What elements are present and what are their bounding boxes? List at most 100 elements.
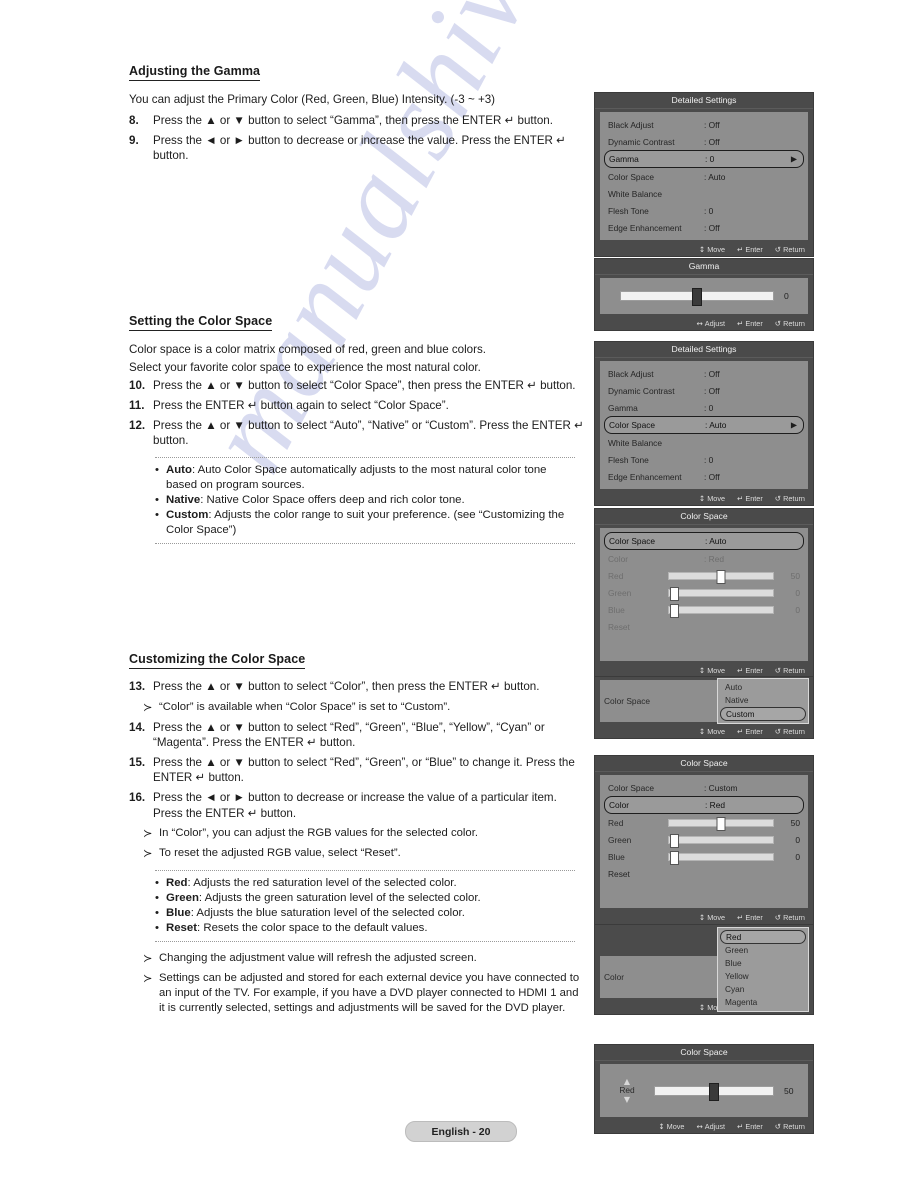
slider-row-red[interactable]: Red 50 bbox=[604, 814, 804, 831]
slider-value: 0 bbox=[795, 851, 800, 862]
dropdown-list-color-space[interactable]: Auto Native Custom bbox=[717, 678, 809, 724]
dropdown-option-yellow[interactable]: Yellow bbox=[720, 970, 806, 983]
step-list: 13. Press the ▲ or ▼ button to select “C… bbox=[129, 679, 584, 694]
slider-label: Green bbox=[608, 834, 632, 845]
bullet-text: Red: Adjusts the red saturation level of… bbox=[166, 876, 457, 891]
slider-row-blue[interactable]: Blue 0 bbox=[604, 601, 804, 618]
menu-row-white-balance[interactable]: White Balance bbox=[604, 434, 804, 451]
bullet-term: Red bbox=[166, 876, 188, 889]
menu-row-color-space[interactable]: Color Space : Custom bbox=[604, 779, 804, 796]
row-value: : Auto bbox=[705, 536, 727, 546]
slider-track[interactable] bbox=[668, 850, 774, 865]
step-text: Press the ▲ or ▼ button to select “Auto”… bbox=[153, 419, 584, 448]
slider-label: Blue bbox=[608, 604, 625, 615]
dropdown-option-red[interactable]: Red bbox=[720, 930, 806, 944]
row-label: Color Space bbox=[604, 696, 651, 706]
hint-move: ↕Move bbox=[699, 913, 725, 922]
menu-row-flesh-tone[interactable]: Flesh Tone : 0 bbox=[604, 202, 804, 219]
gamma-slider-knob[interactable] bbox=[692, 288, 702, 306]
bullet-dot: • bbox=[155, 509, 159, 522]
menu-row-reset[interactable]: Reset bbox=[604, 865, 804, 882]
panel-body: Color Space : Custom Color : Red Red 50 … bbox=[600, 775, 808, 908]
arrow-down-icon[interactable]: ▼ bbox=[624, 1095, 630, 1104]
dropdown-list-color[interactable]: Red Green Blue Yellow Cyan Magenta bbox=[717, 927, 809, 1012]
menu-row-color-space[interactable]: Color Space : Auto ▶ bbox=[604, 416, 804, 434]
panel-title: Color Space bbox=[595, 1045, 813, 1061]
dropdown-option-native[interactable]: Native bbox=[720, 694, 806, 707]
osd-panel-detailed-settings-gamma[interactable]: Detailed Settings Black Adjust : Off Dyn… bbox=[594, 92, 814, 257]
slider-knob[interactable] bbox=[670, 850, 679, 865]
menu-row-dynamic-contrast[interactable]: Dynamic Contrast : Off bbox=[604, 382, 804, 399]
slider-row-green[interactable]: Green 0 bbox=[604, 831, 804, 848]
dropdown-option-magenta[interactable]: Magenta bbox=[720, 996, 806, 1009]
slider-track[interactable] bbox=[668, 833, 774, 848]
chevron-right-icon[interactable]: ▶ bbox=[791, 155, 797, 164]
slider-knob[interactable] bbox=[716, 816, 726, 831]
enter-icon: ↵ bbox=[737, 913, 744, 922]
return-icon: ↺ bbox=[774, 494, 782, 503]
slider-label: Red bbox=[608, 570, 624, 581]
slider-knob[interactable] bbox=[670, 603, 679, 618]
note-line: ≻ Settings can be adjusted and stored fo… bbox=[143, 971, 584, 1016]
menu-row-color[interactable]: Color : Red bbox=[604, 550, 804, 567]
menu-row-reset[interactable]: Reset bbox=[604, 618, 804, 635]
dropdown-option-green[interactable]: Green bbox=[720, 944, 806, 957]
menu-row-edge-enhancement[interactable]: Edge Enhancement : Off bbox=[604, 468, 804, 485]
menu-row-dynamic-contrast[interactable]: Dynamic Contrast : Off bbox=[604, 133, 804, 150]
hint-label: Move bbox=[707, 245, 726, 254]
hint-label: Enter bbox=[745, 1122, 763, 1131]
hint-label: Enter bbox=[745, 494, 763, 503]
menu-row-black-adjust[interactable]: Black Adjust : Off bbox=[604, 116, 804, 133]
menu-row-flesh-tone[interactable]: Flesh Tone : 0 bbox=[604, 451, 804, 468]
menu-row-white-balance[interactable]: White Balance bbox=[604, 185, 804, 202]
hint-return: ↺Return bbox=[775, 727, 805, 736]
slider-track[interactable] bbox=[668, 569, 774, 584]
menu-row-color-space[interactable]: Color Space : Auto bbox=[604, 532, 804, 550]
dropdown-option-cyan[interactable]: Cyan bbox=[720, 983, 806, 996]
osd-panel-color-space-custom[interactable]: Color Space Color Space : Custom Color :… bbox=[594, 755, 814, 925]
menu-row-color-space[interactable]: Color Space : Auto bbox=[604, 168, 804, 185]
gamma-slider-row[interactable]: 0 bbox=[604, 282, 804, 310]
chevron-right-icon[interactable]: ▶ bbox=[791, 421, 797, 430]
osd-panel-color-space-dropdown[interactable]: Color Space Auto Native Custom ↕ Move ↵ En… bbox=[594, 676, 814, 739]
text-column: Adjusting the Gamma You can adjust the P… bbox=[129, 62, 584, 1021]
osd-panel-detailed-settings-colorspace[interactable]: Detailed Settings Black Adjust : Off Dyn… bbox=[594, 341, 814, 506]
red-stepper[interactable]: ▲ Red ▼ bbox=[610, 1077, 644, 1104]
osd-panel-gamma-slider[interactable]: Gamma 0 ↔ Adjust ↵ Enter ↺ Return bbox=[594, 258, 814, 331]
slider-knob[interactable] bbox=[670, 833, 679, 848]
hint-move: ↕Move bbox=[699, 494, 725, 503]
menu-row-gamma[interactable]: Gamma : 0 ▶ bbox=[604, 150, 804, 168]
adjust-icon: ↔ bbox=[696, 319, 703, 328]
osd-hint-bar: ↕Move ↵Enter ↺Return bbox=[595, 243, 813, 256]
step-text: Press the ◄ or ► button to decrease or i… bbox=[153, 791, 557, 820]
enter-icon: ↵ bbox=[737, 666, 744, 675]
osd-panel-color-space-auto[interactable]: Color Space Color Space : Auto Color : R… bbox=[594, 508, 814, 678]
hint-enter: ↵Enter bbox=[737, 913, 763, 922]
slider-track[interactable] bbox=[668, 816, 774, 831]
slider-knob[interactable] bbox=[670, 586, 679, 601]
dropdown-option-blue[interactable]: Blue bbox=[720, 957, 806, 970]
bullet-desc: : Adjusts the red saturation level of th… bbox=[187, 876, 457, 889]
slider-row-blue[interactable]: Blue 0 bbox=[604, 848, 804, 865]
osd-panel-color-dropdown[interactable]: Color Red Green Blue Yellow Cyan Magenta… bbox=[594, 924, 814, 1015]
note-text: To reset the adjusted RGB value, select … bbox=[159, 846, 401, 859]
slider-knob[interactable] bbox=[716, 569, 726, 584]
note-arrow-icon: ≻ bbox=[143, 846, 153, 860]
menu-row-edge-enhancement[interactable]: Edge Enhancement : Off bbox=[604, 219, 804, 236]
osd-panel-red-slider[interactable]: Color Space ▲ Red ▼ 50 ↕ Move ↔ Adjust ↵ En… bbox=[594, 1044, 814, 1134]
slider-row-green[interactable]: Green 0 bbox=[604, 584, 804, 601]
menu-row-color[interactable]: Color : Red bbox=[604, 796, 804, 814]
slider-row-red[interactable]: Red 50 bbox=[604, 567, 804, 584]
red-slider-knob[interactable] bbox=[709, 1082, 719, 1101]
red-slider-track[interactable] bbox=[654, 1082, 774, 1101]
hint-enter: ↵Enter bbox=[737, 245, 763, 254]
step-number: 8. bbox=[129, 114, 139, 127]
menu-row-black-adjust[interactable]: Black Adjust : Off bbox=[604, 365, 804, 382]
red-slider-row[interactable]: ▲ Red ▼ 50 bbox=[604, 1068, 804, 1113]
dropdown-option-auto[interactable]: Auto bbox=[720, 681, 806, 694]
dropdown-option-custom[interactable]: Custom bbox=[720, 707, 806, 721]
gamma-slider-track[interactable] bbox=[620, 288, 774, 306]
menu-row-gamma[interactable]: Gamma : 0 bbox=[604, 399, 804, 416]
slider-track[interactable] bbox=[668, 603, 774, 618]
slider-track[interactable] bbox=[668, 586, 774, 601]
